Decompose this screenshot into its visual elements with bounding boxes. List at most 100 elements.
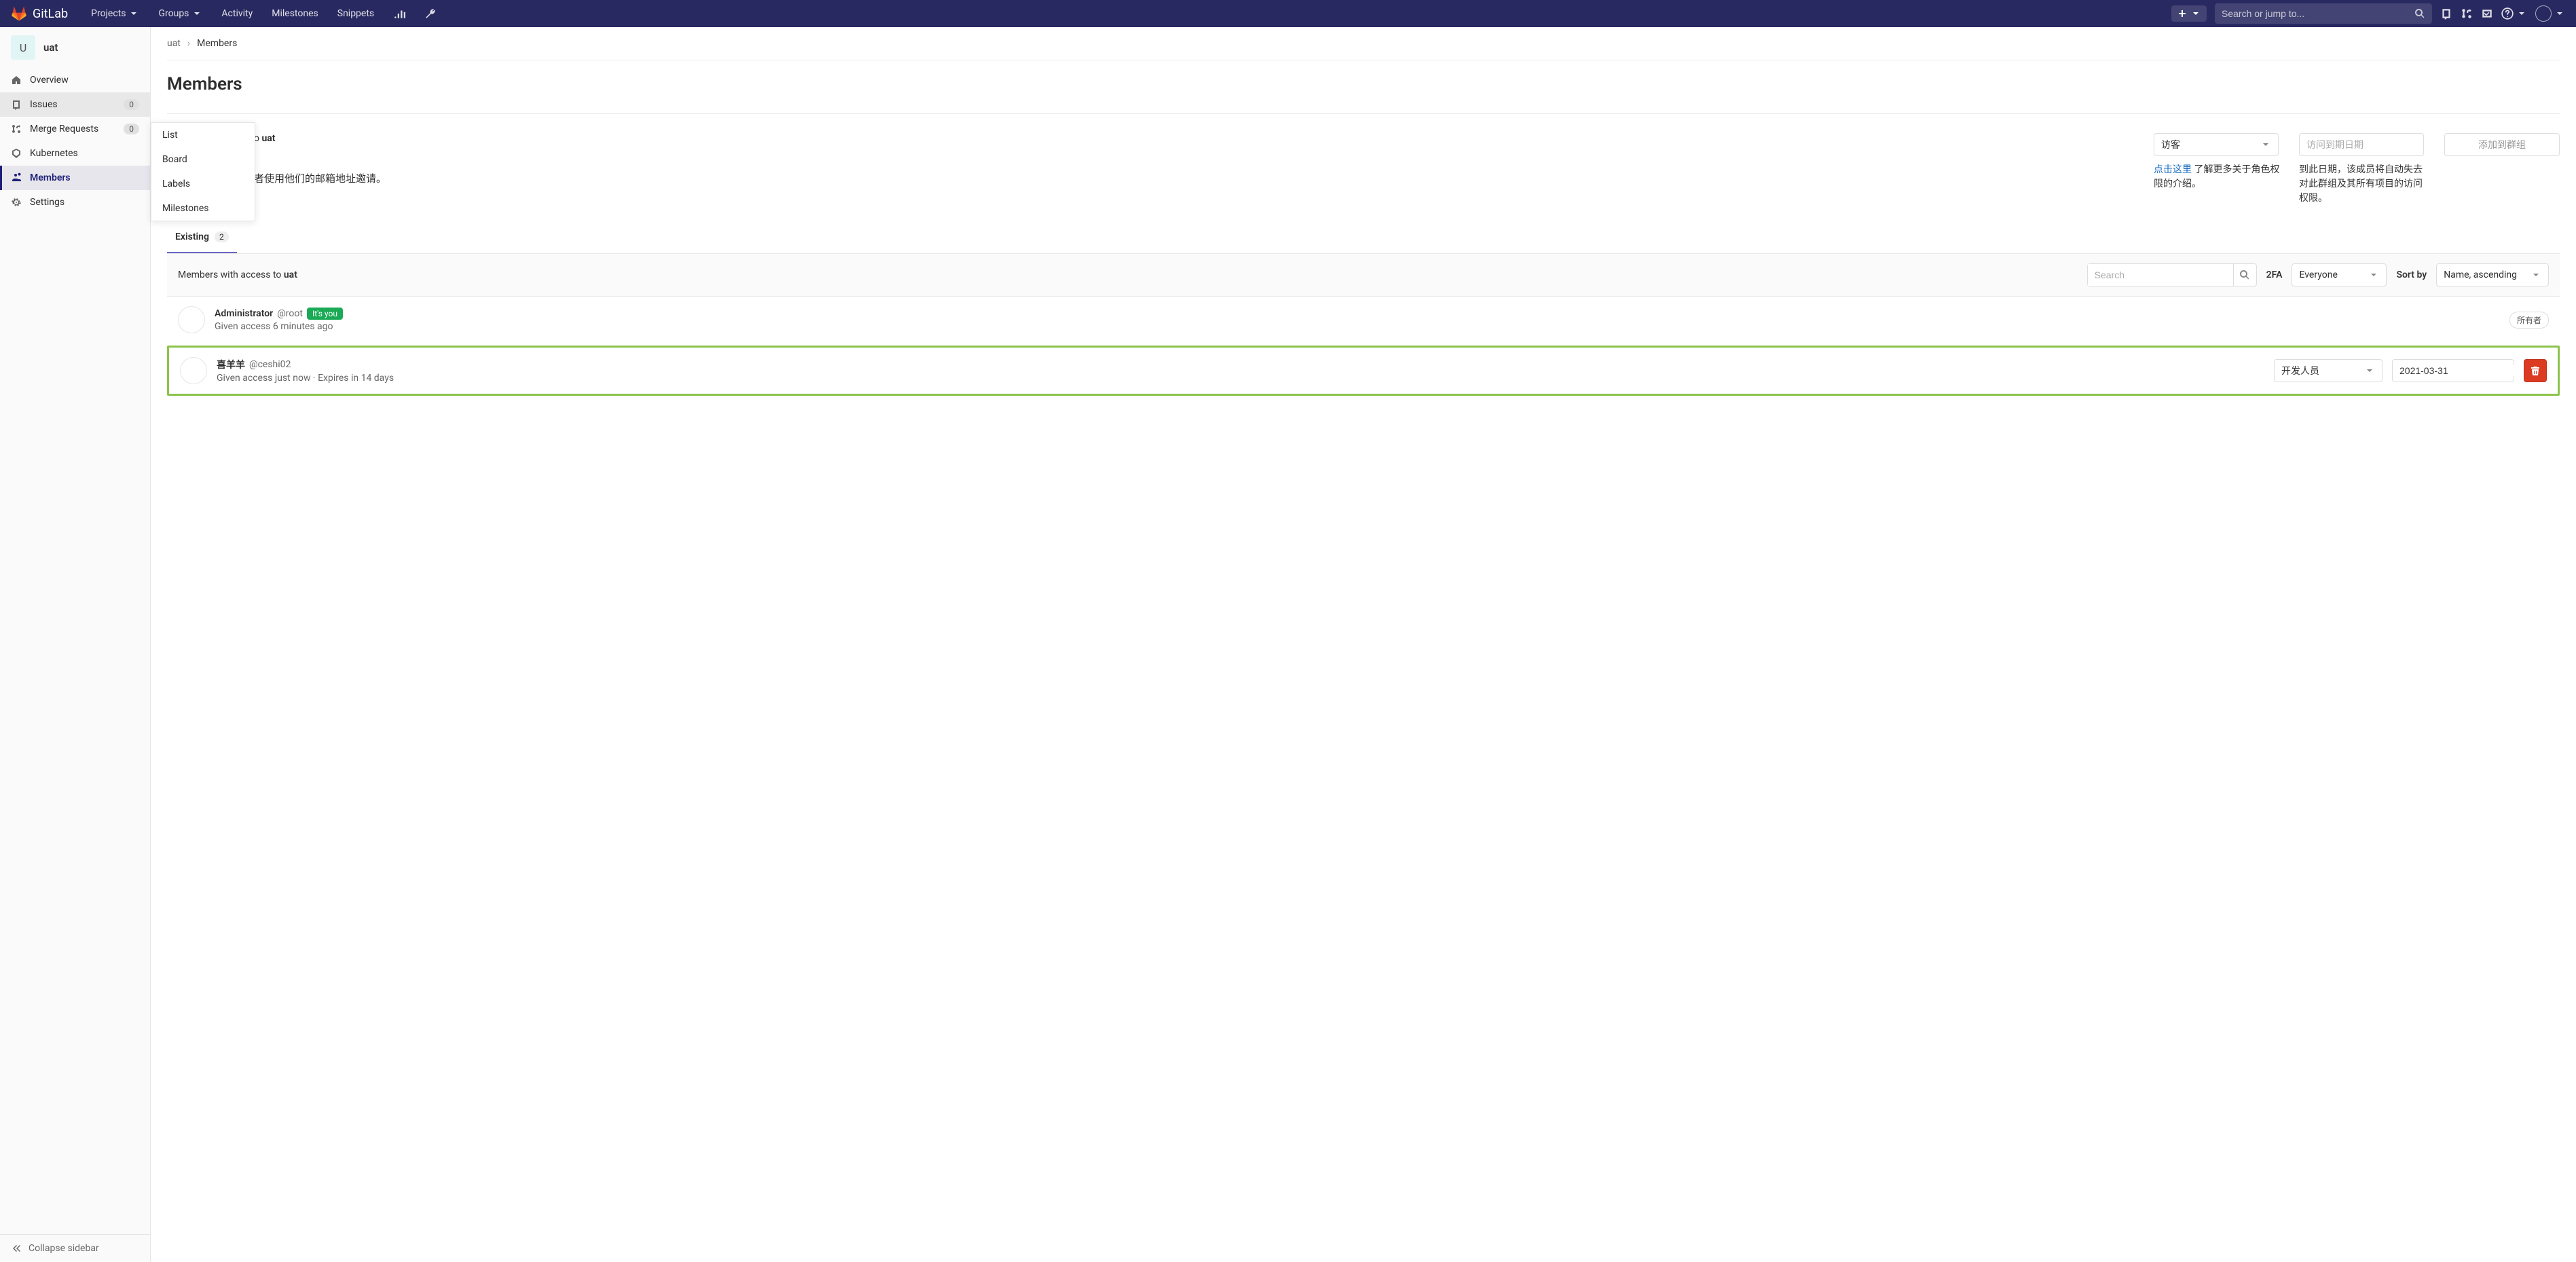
breadcrumb-root[interactable]: uat <box>167 38 181 49</box>
sidebar-item-label: Issues <box>30 99 115 110</box>
nav-activity[interactable]: Activity <box>215 0 259 27</box>
member-name[interactable]: 喜羊羊 <box>217 358 245 371</box>
invite-to-label: o uat <box>254 133 2137 144</box>
search-icon[interactable] <box>2414 8 2425 19</box>
sidebar-item-kubernetes[interactable]: Kubernetes <box>0 141 150 166</box>
nav-groups[interactable]: Groups <box>151 0 209 27</box>
sidebar-project-header[interactable]: U uat <box>0 27 150 68</box>
nav-milestones-label: Milestones <box>272 8 318 19</box>
sidebar-item-label: Overview <box>30 75 139 86</box>
wrench-icon <box>424 7 437 20</box>
header-left: GitLab Projects Groups Activity Mileston… <box>11 0 443 27</box>
invite-section: o uat 者使用他们的邮箱地址邀请。 访客 点击这里 了解更多关于角色权限的介… <box>167 113 2560 206</box>
owner-badge: 所有者 <box>2509 312 2549 329</box>
sort-select[interactable]: Name, ascending <box>2436 263 2549 286</box>
submenu-labels[interactable]: Labels <box>151 172 255 196</box>
chevron-down-icon <box>2554 8 2565 19</box>
mr-count-badge: 0 <box>124 124 139 134</box>
brand-name[interactable]: GitLab <box>33 7 68 21</box>
chevron-double-left-icon <box>11 1243 22 1254</box>
filter-prefix: Members with access to <box>178 270 284 280</box>
layout: U uat Overview Issues 0 Merge Requests 0… <box>0 27 2576 1262</box>
member-expiry-input[interactable]: ✕ <box>2392 359 2514 382</box>
nav-snippets[interactable]: Snippets <box>331 0 381 27</box>
expiry-help: 到此日期，该成员将自动失去对此群组及其所有项目的访问权限。 <box>2299 163 2428 206</box>
members-search[interactable] <box>2087 263 2257 286</box>
members-list: Administrator @root It's you Given acces… <box>167 297 2560 396</box>
member-handle: @root <box>277 308 303 319</box>
submenu-board[interactable]: Board <box>151 147 255 172</box>
gitlab-logo-icon[interactable] <box>11 5 27 22</box>
help-menu[interactable] <box>2501 7 2527 20</box>
home-icon <box>11 75 22 86</box>
two-fa-label: 2FA <box>2266 270 2283 280</box>
issues-icon[interactable] <box>2440 7 2452 20</box>
nav-projects[interactable]: Projects <box>84 0 146 27</box>
role-select[interactable]: 访客 <box>2154 133 2279 156</box>
member-row: 喜羊羊 @ceshi02 Given access just now · Exp… <box>167 346 2560 396</box>
issues-submenu: List Board Labels Milestones <box>151 122 255 221</box>
sidebar-item-label: Members <box>30 172 139 183</box>
two-fa-select[interactable]: Everyone <box>2292 263 2387 286</box>
sidebar-item-label: Settings <box>30 197 139 208</box>
member-avatar[interactable] <box>178 306 205 333</box>
chevron-down-icon <box>2260 139 2271 150</box>
expiry-input-wrapper[interactable] <box>2299 133 2424 156</box>
sidebar-item-label: Merge Requests <box>30 124 115 134</box>
search-input[interactable] <box>2222 8 2414 19</box>
submenu-milestones[interactable]: Milestones <box>151 196 255 221</box>
project-avatar: U <box>11 35 35 60</box>
add-to-group-button[interactable]: 添加到群组 <box>2444 133 2560 156</box>
sidebar-item-members[interactable]: Members <box>0 166 150 190</box>
submenu-list[interactable]: List <box>151 123 255 147</box>
role-column: 访客 点击这里 了解更多关于角色权限的介绍。 <box>2154 133 2283 191</box>
global-search[interactable] <box>2215 3 2432 24</box>
add-column: 添加到群组 <box>2444 133 2560 156</box>
member-expiry-field[interactable] <box>2399 365 2522 376</box>
sidebar: U uat Overview Issues 0 Merge Requests 0… <box>0 27 151 1262</box>
sidebar-item-overview[interactable]: Overview <box>0 68 150 92</box>
nav-admin[interactable] <box>418 0 443 27</box>
member-info: Administrator @root It's you Given acces… <box>215 308 2500 332</box>
nav-snippets-label: Snippets <box>337 8 374 19</box>
sort-label: Sort by <box>2396 270 2427 280</box>
member-info: 喜羊羊 @ceshi02 Given access just now · Exp… <box>217 358 2264 384</box>
member-avatar[interactable] <box>180 357 207 384</box>
todos-icon[interactable] <box>2481 7 2493 20</box>
member-row: Administrator @root It's you Given acces… <box>167 297 2560 343</box>
tab-existing-label: Existing <box>175 231 209 242</box>
members-search-button[interactable] <box>2233 264 2256 286</box>
sidebar-item-issues[interactable]: Issues 0 <box>0 92 150 117</box>
nav-milestones[interactable]: Milestones <box>265 0 325 27</box>
gear-icon <box>11 197 22 208</box>
member-meta: Given access just now · Expires in 14 da… <box>217 373 2264 384</box>
remove-member-button[interactable] <box>2524 359 2547 382</box>
sidebar-item-settings[interactable]: Settings <box>0 190 150 215</box>
collapse-sidebar-button[interactable]: Collapse sidebar <box>0 1234 150 1262</box>
sidebar-item-merge-requests[interactable]: Merge Requests 0 <box>0 117 150 141</box>
expiry-input[interactable] <box>2306 139 2416 150</box>
members-search-input[interactable] <box>2088 264 2233 286</box>
member-name[interactable]: Administrator <box>215 308 273 319</box>
member-handle: @ceshi02 <box>249 359 291 370</box>
user-menu[interactable] <box>2535 5 2565 22</box>
merge-request-icon[interactable] <box>2461 7 2473 20</box>
members-tabs: Existing 2 <box>167 222 2560 254</box>
member-meta: Given access 6 minutes ago <box>215 321 2500 332</box>
header-right <box>2171 3 2565 24</box>
nav-projects-label: Projects <box>91 8 126 19</box>
member-role-value: 开发人员 <box>2281 364 2319 377</box>
filter-row: Members with access to uat 2FA Everyone … <box>167 254 2560 297</box>
chevron-down-icon <box>2531 270 2541 280</box>
role-help-link[interactable]: 点击这里 <box>2154 164 2192 175</box>
chevron-down-icon <box>2368 270 2379 280</box>
member-controls: 开发人员 ✕ <box>2274 359 2547 382</box>
member-role-select[interactable]: 开发人员 <box>2274 359 2382 382</box>
chevron-down-icon <box>128 8 139 19</box>
tab-existing[interactable]: Existing 2 <box>167 222 237 253</box>
project-name: uat <box>43 41 58 54</box>
nav-analytics[interactable] <box>386 0 412 27</box>
new-menu-button[interactable] <box>2171 5 2207 22</box>
chevron-down-icon <box>2516 8 2527 19</box>
invite-to-name: uat <box>261 133 275 144</box>
